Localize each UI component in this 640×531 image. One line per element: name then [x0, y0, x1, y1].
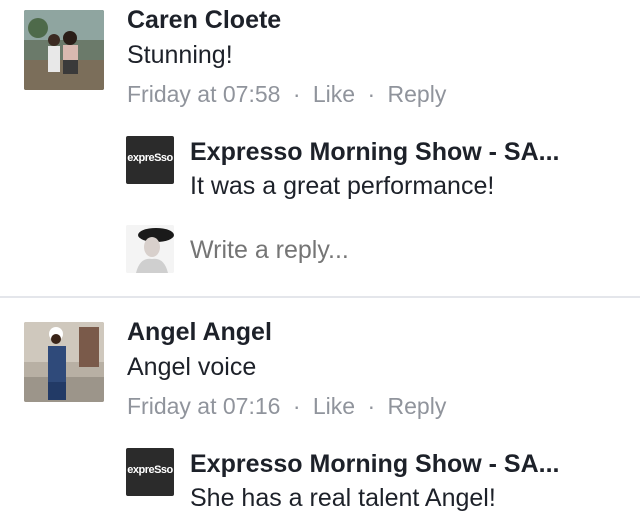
meta-separator: ·	[292, 393, 301, 419]
angel-angel-avatar[interactable]	[24, 322, 104, 402]
reply-text: It was a great performance!	[190, 172, 495, 200]
comment-timestamp[interactable]: Friday at 07:58	[127, 81, 280, 107]
current-user-avatar	[126, 225, 174, 273]
reply-text: She has a real talent Angel!	[190, 484, 496, 512]
reply-link[interactable]: Reply	[388, 81, 447, 107]
expresso-logo-avatar[interactable]: expreSso	[126, 448, 174, 496]
reply-link[interactable]: Reply	[388, 393, 447, 419]
reply-author-name[interactable]: Expresso Morning Show - SA...	[190, 450, 620, 479]
meta-separator: ·	[367, 81, 376, 107]
reply-author-name[interactable]: Expresso Morning Show - SA...	[190, 138, 620, 167]
comment-divider	[0, 296, 640, 298]
comment-meta: Friday at 07:16 · Like · Reply	[127, 393, 446, 420]
comment-author-name[interactable]: Caren Cloete	[127, 6, 281, 35]
meta-separator: ·	[367, 393, 376, 419]
expresso-logo-avatar[interactable]: expreSso	[126, 136, 174, 184]
comment-text: Stunning!	[127, 41, 233, 69]
expresso-logo-text: expreSso	[127, 152, 173, 164]
comment-meta: Friday at 07:58 · Like · Reply	[127, 81, 446, 108]
comment-text: Angel voice	[127, 353, 257, 381]
comment-timestamp[interactable]: Friday at 07:16	[127, 393, 280, 419]
expresso-logo-text: expreSso	[127, 464, 173, 476]
meta-separator: ·	[292, 81, 301, 107]
like-link[interactable]: Like	[313, 393, 355, 419]
write-reply-input[interactable]	[190, 233, 610, 267]
caren-cloete-avatar[interactable]	[24, 10, 104, 90]
comment-author-name[interactable]: Angel Angel	[127, 318, 272, 347]
like-link[interactable]: Like	[313, 81, 355, 107]
